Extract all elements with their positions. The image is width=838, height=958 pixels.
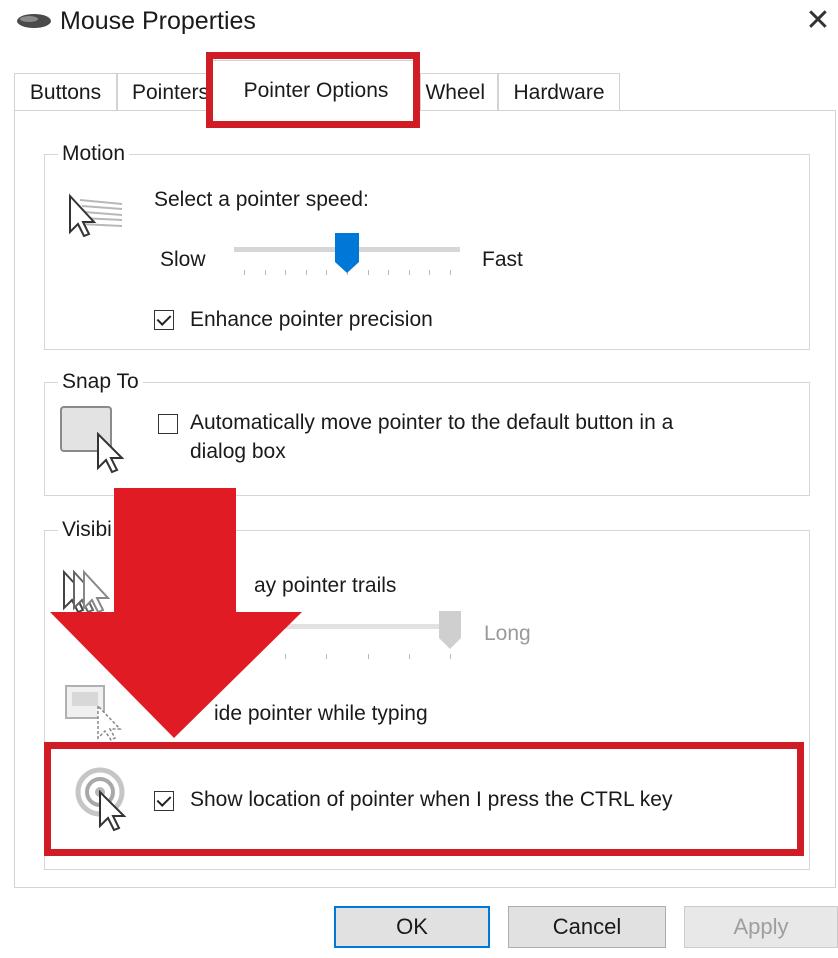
- tab-pointer-options[interactable]: Pointer Options: [212, 60, 420, 114]
- enhance-precision-checkbox[interactable]: [154, 310, 174, 330]
- window-title: Mouse Properties: [60, 7, 256, 35]
- slider-tick: [367, 270, 369, 275]
- title-bar: Mouse Properties ✕: [0, 0, 838, 46]
- snap-to-button-icon: [60, 406, 125, 474]
- pointer-speed-prompt: Select a pointer speed:: [154, 188, 369, 211]
- snap-to-checkbox[interactable]: [158, 414, 178, 434]
- slow-label: Slow: [160, 248, 206, 271]
- close-button[interactable]: ✕: [800, 0, 836, 42]
- long-label: Long: [484, 622, 531, 645]
- slider-tick: [305, 270, 307, 275]
- slider-tick: [326, 270, 328, 275]
- slider-tick: [326, 654, 328, 659]
- pointer-speed-slider-thumb[interactable]: [334, 232, 360, 274]
- red-arrow-annotation: [50, 488, 302, 738]
- slider-tick: [429, 270, 431, 275]
- enhance-precision-label[interactable]: Enhance pointer precision: [190, 306, 433, 334]
- tab-wheel[interactable]: Wheel: [420, 73, 498, 111]
- tab-buttons[interactable]: Buttons: [14, 73, 117, 111]
- ok-button[interactable]: OK: [334, 906, 490, 948]
- snap-to-legend: Snap To: [58, 369, 143, 395]
- slider-tick: [388, 270, 390, 275]
- slider-tick: [450, 270, 451, 275]
- fast-label: Fast: [482, 248, 523, 271]
- tab-hardware[interactable]: Hardware: [498, 73, 620, 111]
- slider-tick: [408, 654, 410, 659]
- slider-tick: [450, 654, 451, 659]
- tab-pointers[interactable]: Pointers: [117, 73, 213, 111]
- motion-legend: Motion: [58, 141, 130, 167]
- cancel-button[interactable]: Cancel: [508, 906, 666, 948]
- mouse-icon: [17, 14, 51, 28]
- snap-to-label-line1[interactable]: Automatically move pointer to the defaul…: [190, 409, 673, 437]
- show-pointer-location-checkbox[interactable]: [154, 791, 174, 811]
- show-pointer-location-label[interactable]: Show location of pointer when I press th…: [190, 786, 672, 814]
- pointer-location-icon: [75, 767, 127, 832]
- slider-tick: [244, 270, 245, 275]
- slider-tick: [408, 270, 410, 275]
- snap-to-label-line2[interactable]: dialog box: [190, 438, 286, 466]
- apply-button[interactable]: Apply: [684, 906, 838, 948]
- pointer-speed-icon: [69, 193, 123, 238]
- pointer-trails-slider-thumb[interactable]: [438, 610, 462, 650]
- snap-to-group: [44, 382, 810, 496]
- slider-tick: [367, 654, 369, 659]
- slider-tick: [264, 270, 266, 275]
- slider-tick: [285, 270, 287, 275]
